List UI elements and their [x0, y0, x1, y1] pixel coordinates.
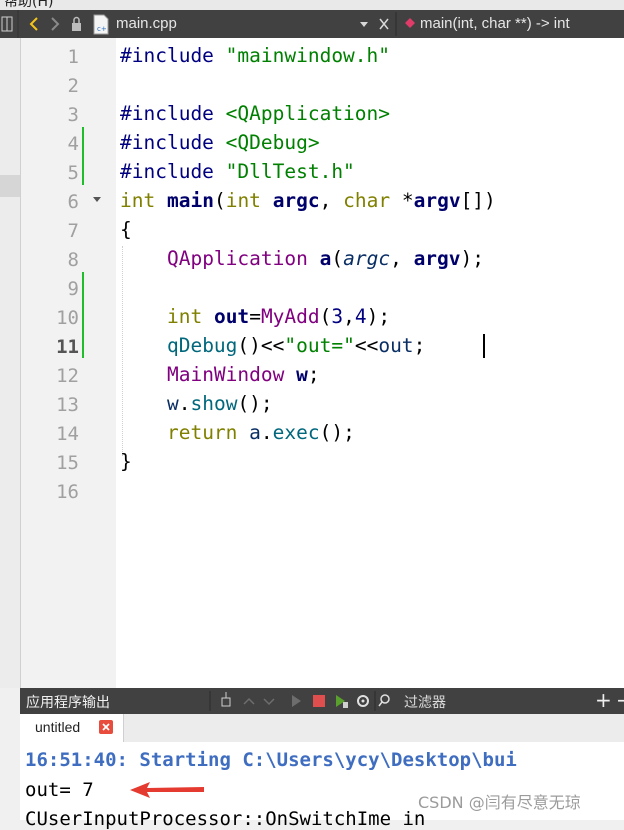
symbol-selector[interactable]: main(int, char **) -> int — [420, 15, 570, 32]
code-line: #include "DllTest.h" — [120, 160, 355, 183]
code-line: #include <QDebug> — [120, 131, 320, 154]
tab-label: untitled — [35, 719, 81, 735]
left-panel-edge-lower — [0, 688, 21, 820]
line-number: 1 — [67, 46, 79, 68]
tab-untitled[interactable]: untitled — [20, 714, 124, 742]
close-tab-icon[interactable] — [99, 720, 113, 734]
gear-icon — [357, 695, 369, 707]
left-panel-selection — [0, 175, 20, 197]
line-number: 13 — [56, 394, 79, 416]
run-icon — [292, 695, 301, 707]
line-number: 15 — [56, 452, 79, 474]
change-marker — [82, 127, 84, 185]
line-number: 2 — [67, 75, 79, 97]
code-line: w.show(); — [166, 392, 273, 415]
back-arrow-icon — [29, 17, 38, 31]
output-tab-bar: untitled — [20, 714, 624, 743]
fold-toggle-icon[interactable] — [92, 196, 102, 204]
remove-pane-button[interactable]: − — [616, 688, 624, 712]
debug-run-icon — [336, 695, 348, 708]
scroll-down-icon — [263, 698, 275, 706]
add-pane-button[interactable]: + — [595, 688, 612, 712]
code-line: QApplication a(argc, argv); — [166, 247, 485, 270]
line-number: 16 — [56, 481, 79, 503]
output-line-starting: 16:51:40: Starting C:\Users\ycy\Desktop\… — [25, 749, 517, 771]
code-line: } — [120, 450, 132, 473]
menu-help[interactable]: 帮助(H) — [4, 0, 53, 10]
filter-input[interactable]: 过滤器 — [404, 692, 446, 712]
menu-bar-fragment: 帮助(H) — [0, 0, 624, 10]
code-line: int main(int argc, char *argv[]) — [120, 189, 496, 212]
text-cursor — [483, 334, 485, 358]
forward-arrow-icon — [51, 17, 60, 31]
line-number: 9 — [67, 278, 79, 300]
file-name-label[interactable]: main.cpp — [116, 15, 177, 32]
stop-icon — [313, 695, 325, 707]
line-number: 8 — [67, 249, 79, 271]
editor-toolbar: c+ main.cpp main(int, char **) -> int — [0, 10, 624, 38]
code-line: { — [120, 218, 132, 241]
output-line-ime: CUserInputProcessor::OnSwitchIme in — [25, 808, 426, 830]
red-arrow-annotation — [130, 782, 204, 798]
scroll-up-icon — [243, 697, 255, 705]
left-panel-edge — [0, 38, 21, 688]
watermark: CSDN @闫有尽意无琼 — [418, 793, 581, 812]
line-number: 14 — [56, 423, 79, 445]
dropdown-icon — [360, 22, 368, 27]
output-console[interactable]: 16:51:40: Starting C:\Users\ycy\Desktop\… — [20, 742, 624, 830]
line-number: 12 — [56, 365, 79, 387]
code-line: #include <QApplication> — [120, 102, 391, 125]
code-line: return a.exec(); — [166, 421, 355, 444]
line-number-current: 11 — [56, 336, 79, 358]
code-line: MainWindow w; — [166, 363, 320, 386]
attach-icon — [221, 692, 231, 707]
svg-text:c+: c+ — [97, 25, 107, 33]
search-icon — [378, 694, 390, 707]
change-marker — [82, 272, 84, 358]
line-number: 3 — [67, 104, 79, 126]
code-line: int out=MyAdd(3,4); — [166, 305, 391, 328]
line-number: 7 — [67, 220, 79, 242]
line-number: 5 — [67, 162, 79, 184]
lock-icon — [72, 23, 81, 31]
function-symbol-icon — [405, 18, 415, 28]
code-line: #include "mainwindow.h" — [120, 44, 391, 67]
line-number: 10 — [56, 307, 79, 329]
code-line-current: qDebug()<<"out="<<out; — [166, 334, 426, 357]
line-number: 4 — [67, 133, 79, 155]
output-pane-header: 应用程序输出 过滤器 + − — [20, 688, 624, 714]
output-line-result: out= 7 — [25, 779, 94, 801]
line-number: 6 — [67, 191, 79, 213]
